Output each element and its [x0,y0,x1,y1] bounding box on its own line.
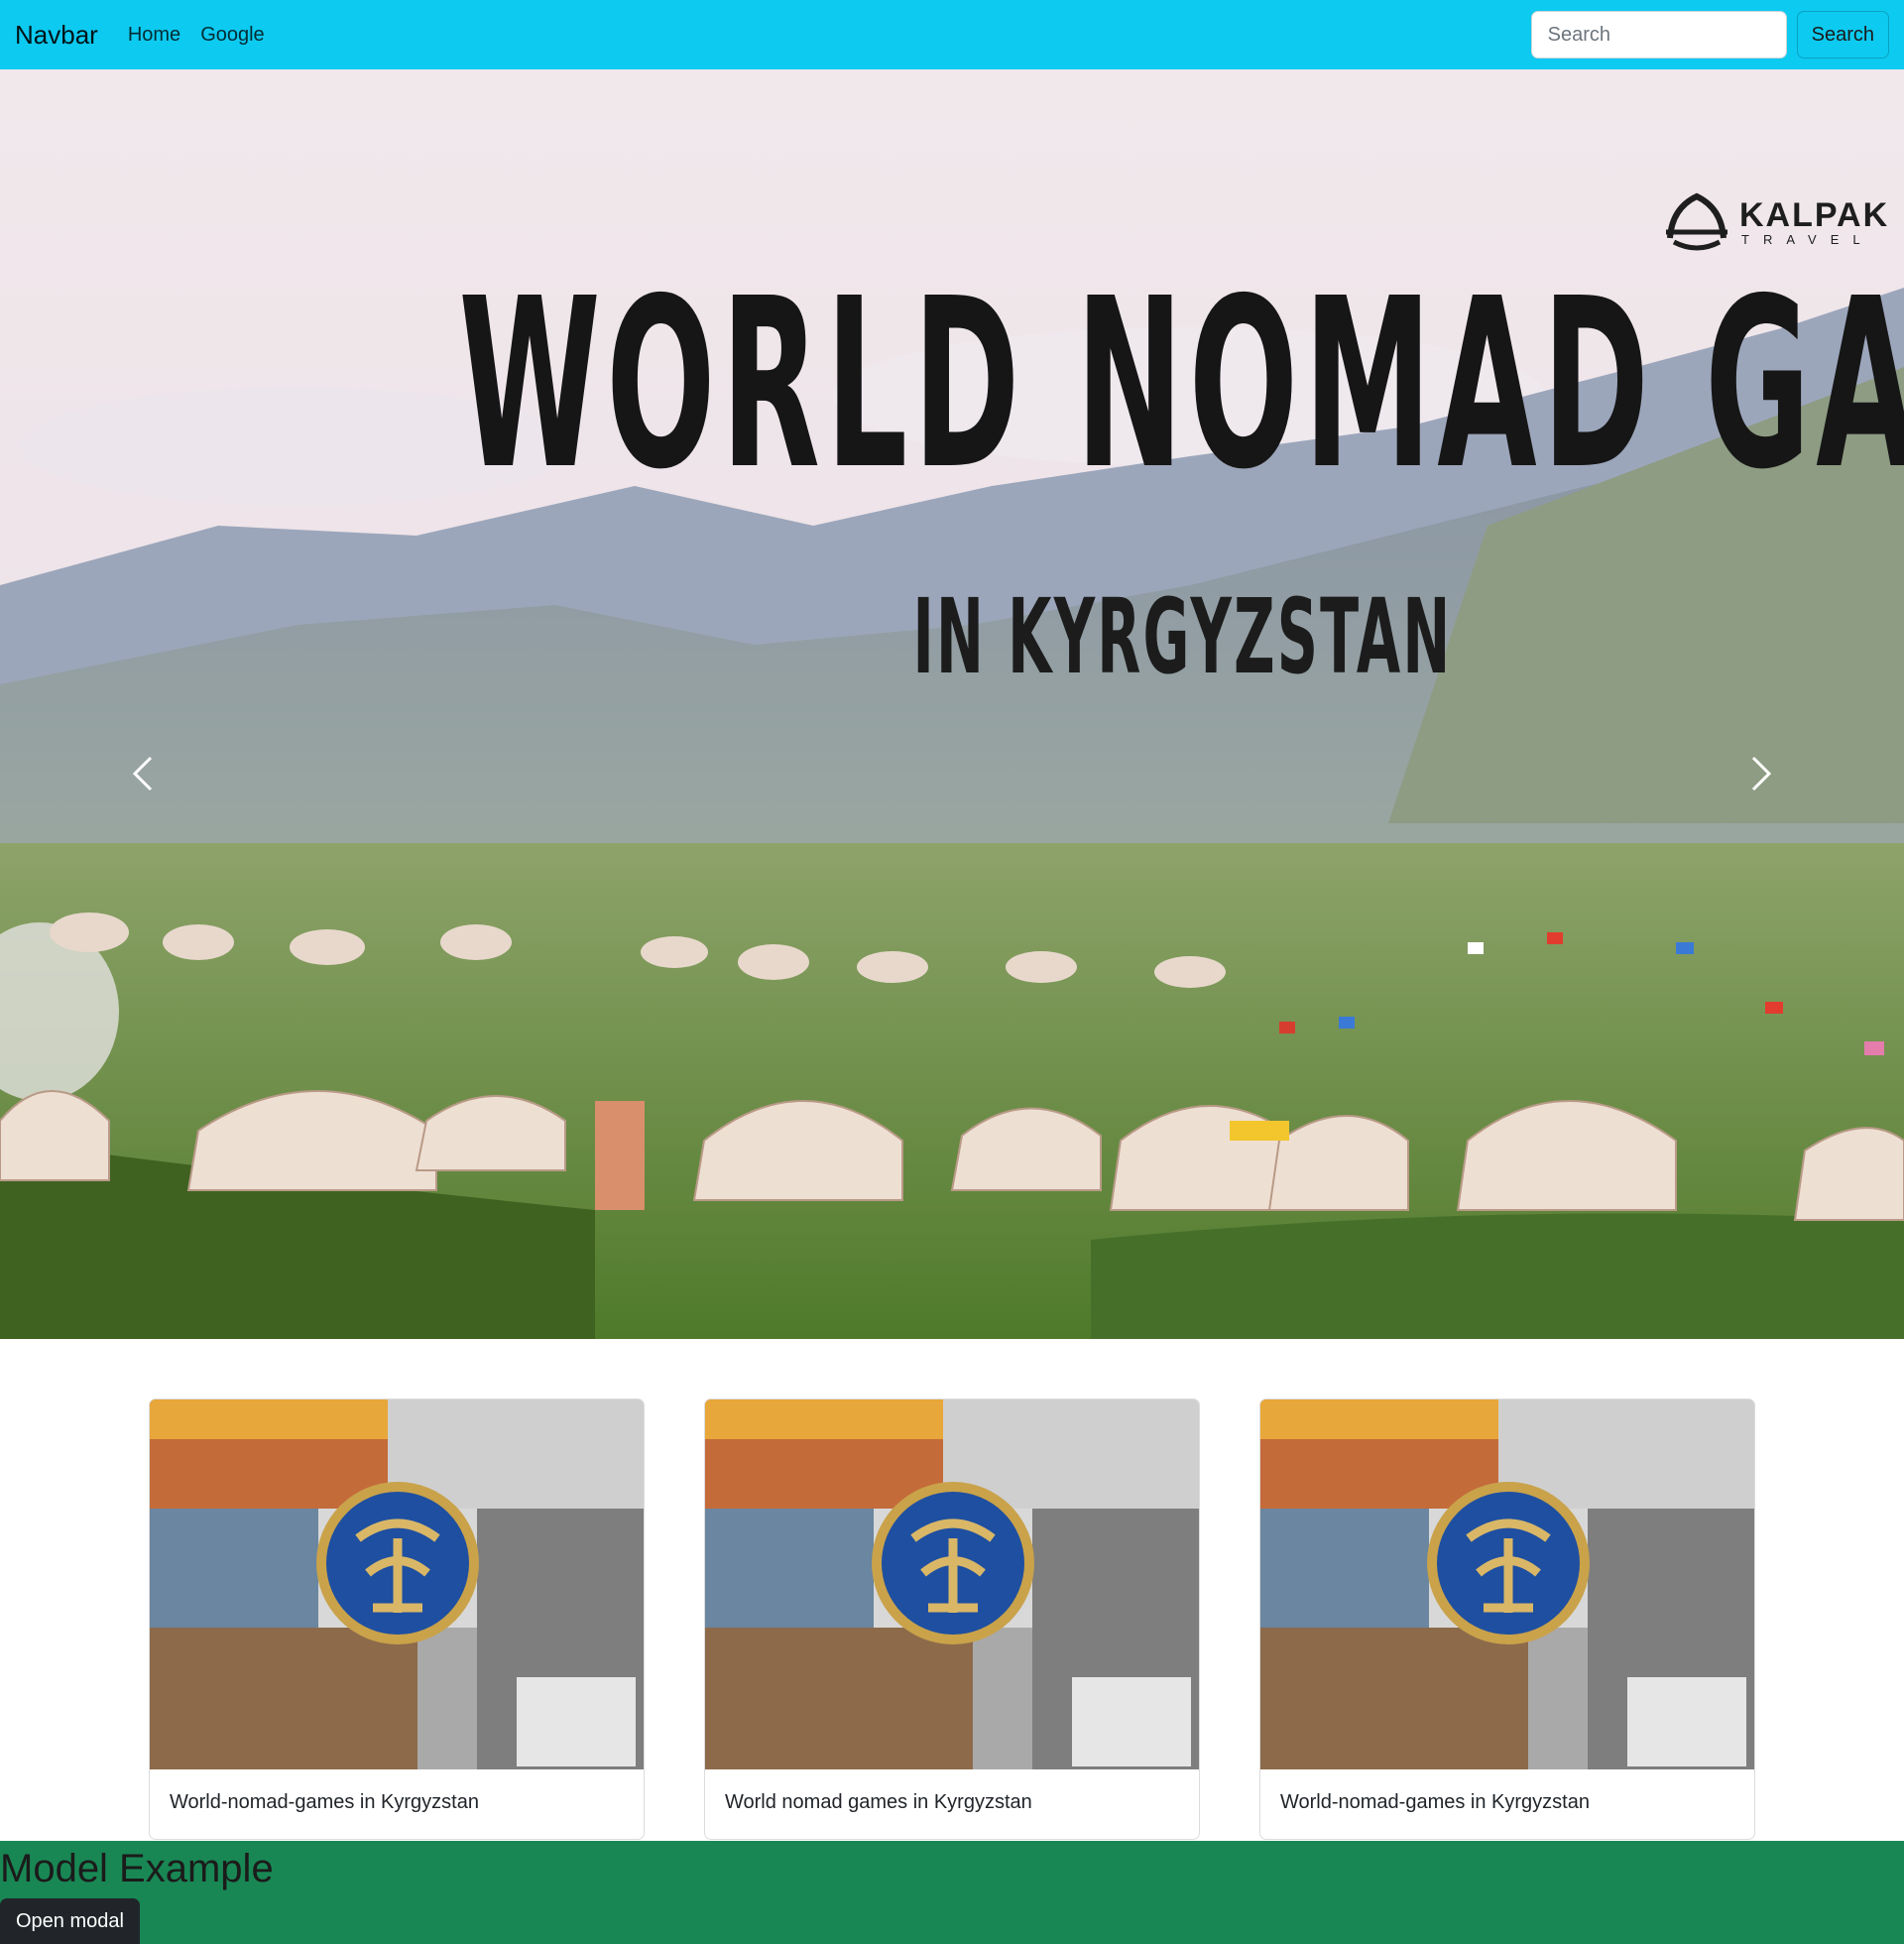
open-modal-button[interactable]: Open modal [0,1898,140,1944]
carousel-next-button[interactable] [1731,714,1791,833]
chevron-left-icon [132,756,153,791]
carousel-prev-button[interactable] [113,714,173,833]
card-text: World nomad games in Kyrgyzstan [725,1791,1032,1813]
hero-subtitle: IN KYRGYZSTAN [912,576,1453,697]
card-text: World-nomad-games in Kyrgyzstan [1280,1791,1590,1813]
card-text: World-nomad-games in Kyrgyzstan [170,1791,479,1813]
modal-section: Model Example Open modal [0,1841,1904,1944]
navbar: Navbar Home Google Search [0,0,1904,69]
modal-section-heading: Model Example [0,1847,274,1890]
hero-title: WORLD NOMAD GAMES [458,248,1904,521]
kalpak-logo: KALPAK TRAVEL [1662,188,1887,256]
navbar-brand[interactable]: Navbar [15,20,98,51]
card-image [705,1399,1199,1769]
search-form: Search [1530,11,1889,59]
nav-link-home[interactable]: Home [128,24,180,47]
card[interactable]: World-nomad-games in Kyrgyzstan [1259,1398,1755,1840]
nav-link-google[interactable]: Google [200,24,265,47]
logo-wordmark: KALPAK [1739,196,1890,234]
card-row: World-nomad-games in Kyrgyzstan World no… [149,1398,1755,1840]
yurt-logo-icon [1666,192,1727,251]
search-button[interactable]: Search [1796,11,1889,59]
card-body: World-nomad-games in Kyrgyzstan [1260,1769,1754,1836]
chevron-right-icon [1751,756,1772,791]
card-body: World-nomad-games in Kyrgyzstan [150,1769,644,1836]
card-image [150,1399,644,1769]
card[interactable]: World-nomad-games in Kyrgyzstan [149,1398,645,1840]
card[interactable]: World nomad games in Kyrgyzstan [704,1398,1200,1840]
search-input[interactable] [1530,11,1787,59]
card-body: World nomad games in Kyrgyzstan [705,1769,1199,1836]
logo-tagline: TRAVEL [1741,232,1874,247]
hero-carousel: WORLD NOMAD GAMES IN KYRGYZSTAN KALPAK T… [0,69,1904,1339]
card-image [1260,1399,1754,1769]
